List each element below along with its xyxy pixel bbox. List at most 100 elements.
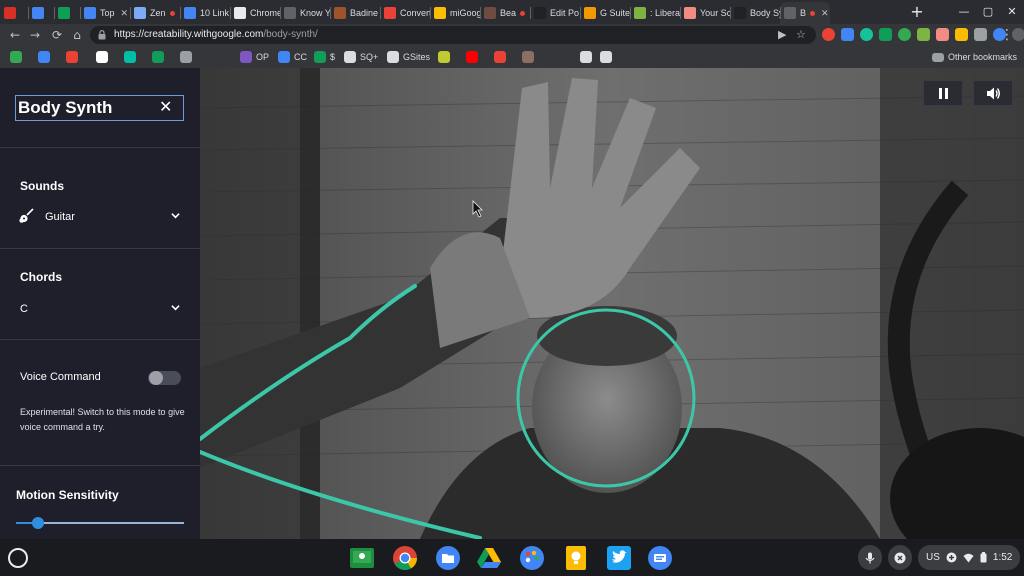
tab-title: Edit Po [550,8,580,18]
chords-label: Chords [20,270,62,284]
browser-tab[interactable]: Bea✕ [480,2,530,24]
browser-tab[interactable]: Top ✕ [80,2,130,24]
extension-icon[interactable] [841,28,854,41]
keep-app-icon[interactable] [563,545,589,571]
browser-tab[interactable]: G Suite✕ [580,2,630,24]
recording-indicator-icon [169,10,175,16]
browser-tab[interactable] [0,2,28,24]
extension-icon[interactable] [822,28,835,41]
canvas-app-icon[interactable] [519,545,545,571]
extension-icon[interactable] [879,28,892,41]
stylus-tools-button[interactable] [888,545,912,570]
bookmark-item[interactable]: $ [314,50,335,64]
new-tab-button[interactable]: + [906,2,928,22]
sounds-select[interactable]: Guitar [19,208,182,226]
bookmark-item[interactable] [438,50,450,64]
bookmark-item[interactable]: CC [278,50,307,64]
bookmark-item[interactable] [466,50,478,64]
tab-title: Badine [350,8,379,18]
reload-button[interactable]: ⟳ [48,25,66,45]
bookmark-icon [278,51,290,63]
bookmark-item[interactable] [66,50,78,64]
bookmark-icon [180,51,192,63]
extension-icon[interactable] [955,28,968,41]
close-tab-icon[interactable]: ✕ [121,8,129,19]
browser-tab[interactable] [54,2,80,24]
drive-app-icon[interactable] [476,545,502,571]
browser-tab[interactable]: Body Sy✕ [730,2,780,24]
bookmark-item[interactable] [124,50,136,64]
browser-tab[interactable]: 10 Link✕ [180,2,230,24]
close-window-button[interactable]: ✕ [1000,0,1024,24]
browser-tab[interactable]: Badine✕ [330,2,380,24]
browser-tab[interactable]: Zen✕ [130,2,180,24]
twitter-app-icon[interactable] [606,545,632,571]
favicon-icon [584,7,596,19]
bookmark-item[interactable] [96,50,108,64]
browser-toolbar: ← → ⟳ ⌂ https://creatability.withgoogle.… [0,24,1024,46]
favicon-icon [58,7,70,19]
browser-tab[interactable]: Convert✕ [380,2,430,24]
system-tray[interactable]: US 1:52 [918,545,1021,570]
bookmark-item[interactable]: OP [240,50,269,64]
favicon-icon [684,7,696,19]
chevron-down-icon [171,213,180,219]
browser-tab[interactable]: : Liberat✕ [630,2,680,24]
close-panel-button[interactable]: ✕ [159,97,172,119]
extension-icon[interactable] [917,28,930,41]
minimize-button[interactable]: — [952,0,976,24]
bookmark-item[interactable] [600,50,612,64]
home-button[interactable]: ⌂ [68,25,86,45]
bookmark-item[interactable] [522,50,534,64]
files-app-icon[interactable] [435,545,461,571]
address-bar[interactable]: https://creatability.withgoogle.com/body… [90,26,816,44]
bookmark-item[interactable]: GSites [387,50,430,64]
camera-in-use-icon[interactable]: ▶ [778,27,786,43]
bookmark-item[interactable] [180,50,192,64]
motion-sensitivity-slider[interactable] [16,517,184,529]
back-button[interactable]: ← [6,25,24,45]
chrome-app-icon[interactable] [392,545,418,571]
bookmark-item[interactable] [152,50,164,64]
browser-tab[interactable]: Your Sc✕ [680,2,730,24]
bookmark-star-icon[interactable]: ☆ [796,27,806,43]
bookmark-icon [38,51,50,63]
bookmark-item[interactable] [10,50,22,64]
extension-icon[interactable] [974,28,987,41]
stylus-icon [894,552,906,563]
chords-select[interactable]: C [20,300,182,318]
close-tab-icon[interactable]: ✕ [821,8,829,19]
bookmark-label: SQ+ [360,52,379,62]
tab-title: 10 Link [200,8,230,18]
browser-tab[interactable] [28,2,54,24]
voice-command-toggle[interactable] [148,371,181,385]
docs-app-icon[interactable] [647,545,673,571]
extension-icon[interactable] [936,28,949,41]
browser-tab[interactable]: B ✕ [780,2,830,24]
voice-search-button[interactable] [858,545,882,570]
browser-tab[interactable]: Chrome✕ [230,2,280,24]
pause-button[interactable] [923,80,963,106]
launcher-button[interactable] [8,548,28,568]
bookmark-item[interactable] [580,50,592,64]
control-panel: Body Synth ✕ Sounds Guitar Chords C Voic… [0,68,200,539]
extension-icon[interactable] [860,28,873,41]
bookmark-item[interactable]: SQ+ [344,50,378,64]
sounds-label: Sounds [20,179,64,193]
slider-thumb[interactable] [31,517,44,529]
browser-tab[interactable]: Edit Po✕ [530,2,580,24]
other-bookmarks[interactable]: Other bookmarks [932,50,1017,64]
forward-button[interactable]: → [26,25,44,45]
extension-icon[interactable] [898,28,911,41]
status-tray: US 1:52 [858,545,1021,570]
browser-tab[interactable]: Know Y✕ [280,2,330,24]
maximize-button[interactable]: ▢ [976,0,1000,24]
tab-title: Zen [150,8,166,18]
bookmark-item[interactable] [494,50,506,64]
bookmark-item[interactable] [38,50,50,64]
browser-tab[interactable]: miGoog✕ [430,2,480,24]
classroom-app-icon[interactable] [349,545,375,571]
volume-button[interactable] [973,80,1013,106]
favicon-icon [734,7,746,19]
browser-menu-button[interactable]: ⋮ [1000,25,1014,45]
